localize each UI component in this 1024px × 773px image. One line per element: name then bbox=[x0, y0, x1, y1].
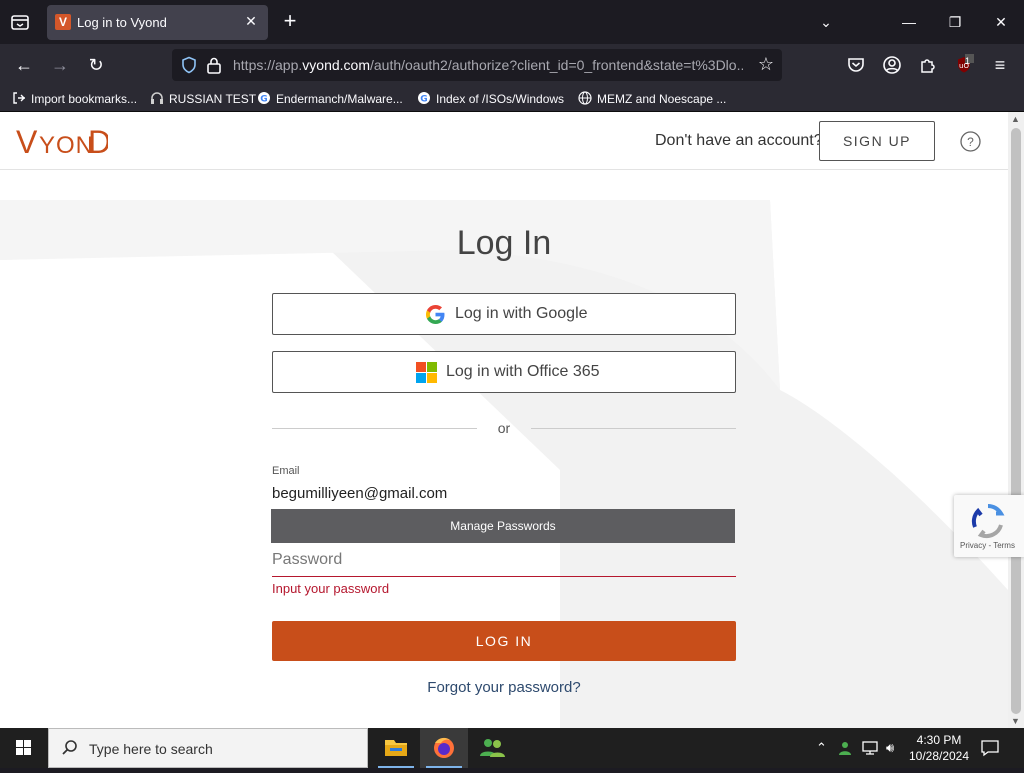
network-icon[interactable] bbox=[862, 740, 878, 759]
page-title: Log In bbox=[456, 224, 552, 262]
back-button[interactable]: ← bbox=[11, 52, 37, 78]
svg-text:V: V bbox=[16, 124, 38, 158]
scroll-up-icon[interactable]: ▲ bbox=[1011, 114, 1020, 124]
account-icon[interactable] bbox=[879, 52, 905, 78]
forward-button[interactable]: → bbox=[47, 52, 73, 78]
bookmark-item[interactable]: MEMZ and Noescape ... bbox=[578, 91, 726, 106]
new-tab-button[interactable]: + bbox=[278, 9, 302, 33]
taskbar-clock[interactable]: 4:30 PM 10/28/2024 bbox=[908, 732, 970, 764]
no-account-text: Don't have an account? bbox=[655, 132, 823, 149]
firefox-taskbar-button[interactable] bbox=[420, 728, 468, 768]
extension-badge: 1 bbox=[965, 56, 971, 66]
bookmark-star-icon[interactable]: ☆ bbox=[758, 54, 774, 75]
volume-icon[interactable]: 🔊︎ bbox=[886, 740, 894, 756]
email-field[interactable]: begumilliyeen@gmail.com bbox=[272, 485, 447, 502]
bookmark-item[interactable]: G Endermanch/Malware... bbox=[257, 91, 403, 106]
log-in-button[interactable]: LOG IN bbox=[272, 621, 736, 661]
search-icon bbox=[62, 740, 77, 755]
google-icon: G bbox=[258, 92, 270, 105]
help-question-icon[interactable]: ? bbox=[960, 131, 981, 152]
office365-login-label: Log in with Office 365 bbox=[446, 363, 600, 380]
password-placeholder: Password bbox=[272, 551, 343, 568]
taskbar-search-box[interactable]: Type here to search bbox=[48, 728, 368, 768]
svg-text:D: D bbox=[88, 124, 108, 158]
restore-icon[interactable]: ❐ bbox=[943, 10, 967, 34]
google-icon bbox=[426, 305, 445, 324]
notification-center-icon[interactable] bbox=[980, 738, 1000, 758]
scroll-down-icon[interactable]: ▼ bbox=[1011, 716, 1020, 726]
svg-text:?: ? bbox=[967, 135, 974, 149]
folder-icon bbox=[385, 740, 407, 756]
pocket-icon[interactable] bbox=[843, 52, 869, 78]
list-all-tabs-icon[interactable] bbox=[8, 10, 32, 34]
manage-passwords-popup[interactable]: Manage Passwords bbox=[271, 509, 735, 543]
bookmark-item[interactable]: Import bookmarks... bbox=[12, 91, 137, 106]
forgot-password-link-text[interactable]: Forgot your password? bbox=[427, 679, 580, 696]
office365-login-button[interactable]: Log in with Office 365 bbox=[272, 351, 736, 393]
google-login-label: Log in with Google bbox=[455, 305, 588, 322]
url-bar[interactable]: https://app.vyond.com/auth/oauth2/author… bbox=[172, 49, 782, 81]
bookmarks-toolbar: Import bookmarks... RUSSIAN TEST G Enderm… bbox=[0, 86, 1024, 112]
or-divider: or bbox=[272, 418, 736, 438]
browser-tab[interactable]: V Log in to Vyond ✕ bbox=[47, 5, 268, 40]
bookmark-item[interactable]: G Index of /ISOs/Windows bbox=[417, 91, 564, 106]
password-field[interactable]: Password bbox=[272, 548, 736, 577]
navigation-toolbar: ← → ↻ https://app.vyond.com/auth/oauth2/… bbox=[0, 44, 1024, 86]
forgot-password-link[interactable]: Forgot your password? bbox=[0, 679, 1008, 696]
headphones-icon bbox=[151, 92, 163, 104]
chevron-down-icon[interactable]: ⌄ bbox=[814, 10, 838, 34]
tracking-protection-shield-icon[interactable] bbox=[180, 56, 198, 74]
bookmark-item[interactable]: RUSSIAN TEST bbox=[150, 91, 256, 106]
people-icon bbox=[480, 739, 505, 757]
firefox-icon bbox=[434, 737, 454, 758]
file-explorer-taskbar-button[interactable] bbox=[372, 728, 420, 768]
sign-up-button[interactable]: SIGN UP bbox=[819, 121, 935, 161]
show-hidden-icons-chevron-icon[interactable]: ⌃ bbox=[816, 740, 827, 756]
google-login-button[interactable]: Log in with Google bbox=[272, 293, 736, 335]
google-icon: G bbox=[418, 92, 430, 105]
svg-text:G: G bbox=[420, 95, 427, 105]
clock-time: 4:30 PM bbox=[916, 733, 962, 747]
reload-button[interactable]: ↻ bbox=[83, 52, 109, 78]
import-icon bbox=[13, 92, 25, 104]
minimize-icon[interactable]: — bbox=[897, 10, 921, 34]
svg-text:YON: YON bbox=[39, 132, 94, 158]
scrollbar-thumb[interactable] bbox=[1011, 128, 1021, 714]
menu-hamburger-icon[interactable]: ≡ bbox=[987, 52, 1013, 78]
recaptcha-icon bbox=[971, 503, 1005, 539]
vyond-favicon-icon: V bbox=[55, 14, 71, 30]
page-scrollbar[interactable]: ▲ ▼ bbox=[1008, 112, 1024, 728]
windows-logo-icon bbox=[16, 740, 31, 755]
microsoft-logo-icon bbox=[416, 362, 437, 383]
site-header: V YON D Don't have an account? SIGN UP ? bbox=[0, 112, 1008, 170]
people-tray-icon[interactable] bbox=[838, 740, 854, 759]
divider-line bbox=[531, 428, 736, 429]
close-window-icon[interactable]: ✕ bbox=[989, 10, 1013, 34]
clock-date: 10/28/2024 bbox=[908, 749, 970, 763]
password-error-text: Input your password bbox=[272, 581, 390, 596]
url-text[interactable]: https://app.vyond.com/auth/oauth2/author… bbox=[233, 57, 743, 73]
recaptcha-links[interactable]: Privacy - Terms bbox=[960, 541, 1015, 550]
recaptcha-badge[interactable]: Privacy - Terms bbox=[954, 495, 1024, 557]
vyond-logo[interactable]: V YON D bbox=[16, 124, 108, 158]
windows-start-button[interactable] bbox=[0, 728, 48, 768]
globe-icon bbox=[578, 91, 592, 105]
ublock-extension-icon[interactable]: uO 1 bbox=[951, 52, 977, 78]
windows-taskbar: Type here to search ⌃ 🔊︎ 4:30 PM 10/28/2… bbox=[0, 728, 1024, 768]
extensions-puzzle-icon[interactable] bbox=[915, 52, 941, 78]
email-label: Email bbox=[272, 465, 300, 477]
browser-tab-bar: V Log in to Vyond ✕ + ⌄ — ❐ ✕ bbox=[0, 0, 1024, 44]
web-page: V YON D Don't have an account? SIGN UP ?… bbox=[0, 112, 1008, 728]
lock-icon[interactable] bbox=[206, 56, 222, 74]
close-tab-icon[interactable]: ✕ bbox=[242, 12, 260, 30]
people-app-taskbar-button[interactable] bbox=[468, 728, 516, 768]
svg-text:G: G bbox=[260, 95, 267, 105]
tab-title: Log in to Vyond bbox=[77, 15, 167, 30]
search-placeholder: Type here to search bbox=[89, 741, 213, 757]
